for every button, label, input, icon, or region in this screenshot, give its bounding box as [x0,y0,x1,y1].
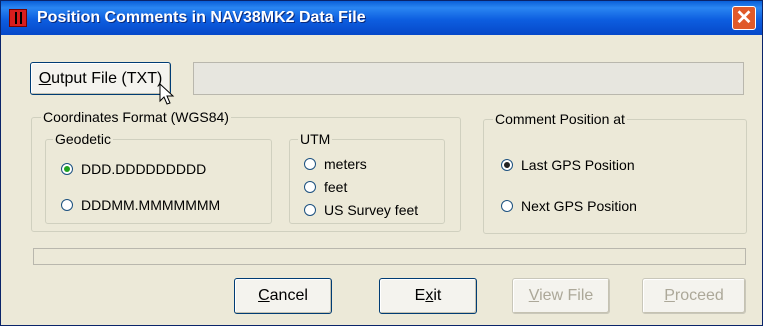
exit-button-label-c: it [433,287,442,304]
comment-position-legend: Comment Position at [493,111,627,127]
utm-meters-radio[interactable] [304,158,316,170]
view-file-button-label: iew File [539,287,594,304]
status-bar [33,248,746,265]
dialog-window: Position Comments in NAV38MK2 Data File … [0,0,763,326]
output-file-button-mnemonic: O [38,70,52,87]
comment-next-label: Next GPS Position [521,198,637,214]
comment-last-label: Last GPS Position [521,157,635,173]
exit-button-label-a: E [414,287,426,304]
geodetic-option-decimal[interactable]: DDD.DDDDDDDDD [61,161,206,177]
proceed-button-mnemonic: P [664,287,675,304]
view-file-button[interactable]: View File [512,278,610,314]
comment-option-last[interactable]: Last GPS Position [501,157,635,173]
cancel-button-mnemonic: C [258,287,270,304]
cancel-button-label: ancel [269,287,308,304]
title-bar[interactable]: Position Comments in NAV38MK2 Data File … [1,1,762,35]
geodetic-option-dm[interactable]: DDDMM.MMMMMMM [61,197,220,213]
proceed-button-label: roceed [674,287,724,304]
comment-next-radio[interactable] [501,200,513,212]
utm-meters-label: meters [324,156,367,172]
comment-position-group [483,119,747,234]
utm-us-survey-feet-label: US Survey feet [324,202,419,218]
utm-feet-label: feet [324,179,348,195]
utm-feet-radio[interactable] [304,181,316,193]
geodetic-dm-label: DDDMM.MMMMMMM [81,197,221,213]
utm-option-meters[interactable]: meters [304,156,367,172]
proceed-button[interactable]: Proceed [642,278,746,314]
close-icon[interactable]: ✕ [732,6,756,30]
window-title: Position Comments in NAV38MK2 Data File [37,9,366,26]
exit-button[interactable]: Exit [379,278,477,314]
output-file-button[interactable]: Output File (TXT) [30,62,171,95]
utm-us-survey-feet-radio[interactable] [304,204,316,216]
utm-legend: UTM [298,131,333,147]
utm-option-feet[interactable]: feet [304,179,347,195]
geodetic-decimal-label: DDD.DDDDDDDDD [81,161,207,177]
view-file-button-mnemonic: V [528,287,540,304]
comment-option-next[interactable]: Next GPS Position [501,198,637,214]
app-icon [9,9,27,27]
geodetic-dm-radio[interactable] [61,199,73,211]
utm-option-us-survey-feet[interactable]: US Survey feet [304,202,418,218]
comment-last-radio[interactable] [501,159,513,171]
geodetic-decimal-radio[interactable] [61,163,73,175]
cancel-button[interactable]: Cancel [234,278,332,314]
geodetic-legend: Geodetic [53,131,114,147]
mouse-pointer-icon [159,83,175,105]
output-file-button-label: utput File (TXT) [51,70,163,87]
coordinates-format-legend: Coordinates Format (WGS84) [41,109,231,125]
output-file-path-field[interactable] [193,62,744,95]
